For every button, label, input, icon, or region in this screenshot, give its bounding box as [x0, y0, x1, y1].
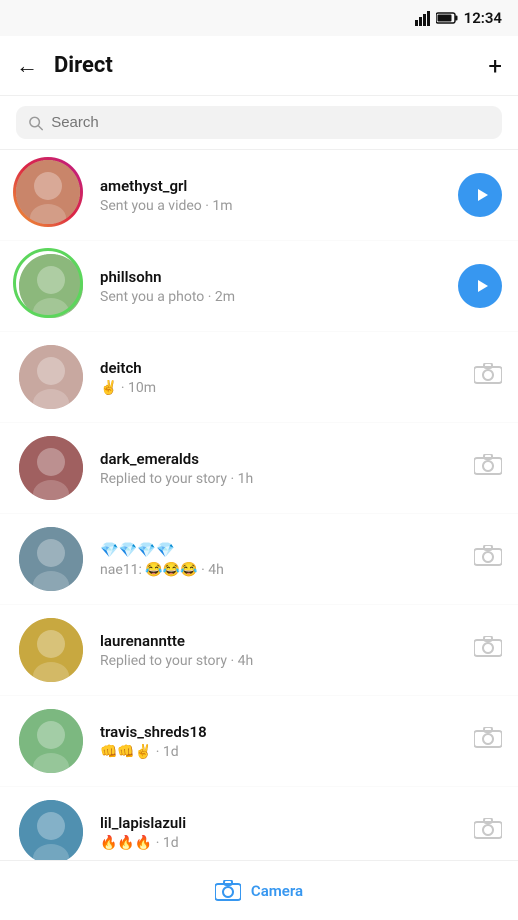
- message-username: dark_emeralds: [100, 450, 460, 468]
- message-preview: nae11: 😂😂😂 · 4h: [100, 562, 460, 578]
- message-content: lil_lapislazuli 🔥🔥🔥 · 1d: [100, 814, 460, 851]
- search-icon: [28, 115, 43, 131]
- avatar: [16, 797, 86, 867]
- message-action[interactable]: [458, 173, 502, 217]
- battery-icon: [436, 12, 458, 24]
- search-bar: [0, 96, 518, 150]
- header: ← Direct +: [0, 36, 518, 96]
- message-content: phillsohn Sent you a photo · 2m: [100, 268, 444, 305]
- search-wrap[interactable]: [16, 106, 502, 139]
- avatar: [16, 433, 86, 503]
- camera-icon[interactable]: [474, 454, 502, 482]
- message-action[interactable]: [474, 363, 502, 391]
- status-icons: [415, 10, 458, 26]
- add-button[interactable]: +: [488, 52, 502, 80]
- message-content: deitch ✌️ · 10m: [100, 359, 460, 396]
- avatar: [16, 342, 86, 412]
- avatar: [16, 615, 86, 685]
- message-username: deitch: [100, 359, 460, 377]
- message-preview: ✌️ · 10m: [100, 380, 460, 396]
- play-button[interactable]: [458, 264, 502, 308]
- avatar: [16, 524, 86, 594]
- message-username: phillsohn: [100, 268, 444, 286]
- back-button[interactable]: ←: [16, 53, 38, 79]
- message-action[interactable]: [458, 264, 502, 308]
- message-preview: Replied to your story · 1h: [100, 471, 460, 487]
- list-item[interactable]: laurenanntte Replied to your story · 4h: [0, 605, 518, 696]
- message-action[interactable]: [474, 545, 502, 573]
- list-item[interactable]: phillsohn Sent you a photo · 2m: [0, 241, 518, 332]
- list-item[interactable]: 💎💎💎💎 nae11: 😂😂😂 · 4h: [0, 514, 518, 605]
- message-username: amethyst_grl: [100, 177, 444, 195]
- message-preview: 🔥🔥🔥 · 1d: [100, 835, 460, 851]
- avatar: [16, 706, 86, 776]
- message-action[interactable]: [474, 454, 502, 482]
- message-content: amethyst_grl Sent you a video · 1m: [100, 177, 444, 214]
- camera-icon[interactable]: [474, 727, 502, 755]
- message-username: laurenanntte: [100, 632, 460, 650]
- signal-icon: [415, 10, 431, 26]
- message-username: lil_lapislazuli: [100, 814, 460, 832]
- message-preview: 👊👊✌️ · 1d: [100, 744, 460, 760]
- message-content: dark_emeralds Replied to your story · 1h: [100, 450, 460, 487]
- camera-icon[interactable]: [474, 545, 502, 573]
- camera-label[interactable]: Camera: [251, 882, 303, 900]
- camera-icon[interactable]: [474, 363, 502, 391]
- list-item[interactable]: deitch ✌️ · 10m: [0, 332, 518, 423]
- list-item[interactable]: amethyst_grl Sent you a video · 1m: [0, 150, 518, 241]
- page-title: Direct: [54, 53, 488, 78]
- camera-bottom-icon: [215, 880, 241, 902]
- message-content: travis_shreds18 👊👊✌️ · 1d: [100, 723, 460, 760]
- message-username: 💎💎💎💎: [100, 541, 460, 559]
- avatar: [16, 160, 86, 230]
- message-list: amethyst_grl Sent you a video · 1m phillso…: [0, 150, 518, 878]
- list-item[interactable]: dark_emeralds Replied to your story · 1h: [0, 423, 518, 514]
- camera-icon[interactable]: [474, 818, 502, 846]
- message-preview: Replied to your story · 4h: [100, 653, 460, 669]
- message-preview: Sent you a photo · 2m: [100, 289, 444, 305]
- list-item[interactable]: travis_shreds18 👊👊✌️ · 1d: [0, 696, 518, 787]
- message-content: laurenanntte Replied to your story · 4h: [100, 632, 460, 669]
- status-bar: 12:34: [0, 0, 518, 36]
- status-time: 12:34: [464, 9, 502, 27]
- message-content: 💎💎💎💎 nae11: 😂😂😂 · 4h: [100, 541, 460, 578]
- search-input[interactable]: [51, 114, 490, 131]
- message-preview: Sent you a video · 1m: [100, 198, 444, 214]
- avatar: [16, 251, 86, 321]
- camera-icon[interactable]: [474, 636, 502, 664]
- play-button[interactable]: [458, 173, 502, 217]
- message-action[interactable]: [474, 727, 502, 755]
- message-action[interactable]: [474, 636, 502, 664]
- message-username: travis_shreds18: [100, 723, 460, 741]
- bottom-bar: Camera: [0, 860, 518, 920]
- message-action[interactable]: [474, 818, 502, 846]
